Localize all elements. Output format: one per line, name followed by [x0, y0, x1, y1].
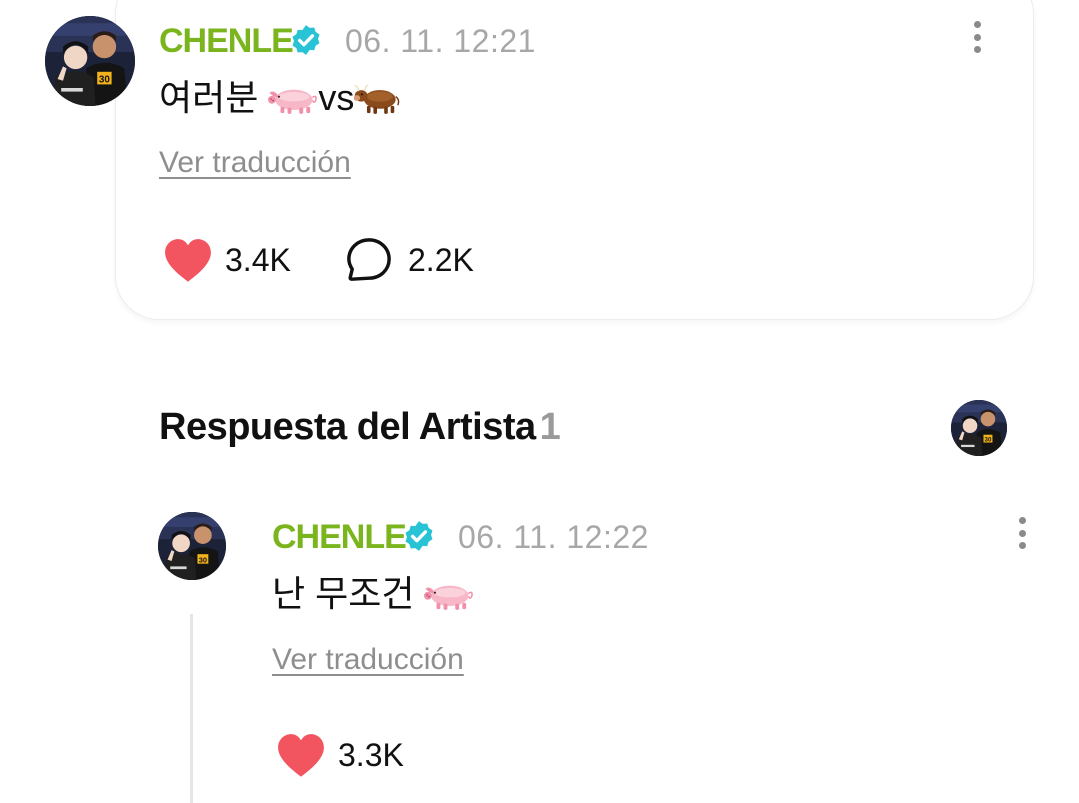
post-comment-bubble-icon[interactable]: [346, 237, 392, 283]
verified-badge-icon: [289, 23, 323, 57]
artist-post-screen: CHENLE 06. 11. 12:21 여러분 vs Ver traducci…: [0, 0, 1079, 803]
reply-author-name[interactable]: CHENLE: [272, 520, 407, 554]
post-like-count: 3.4K: [225, 242, 291, 278]
post-timestamp: 06. 11. 12:21: [345, 23, 536, 59]
reply-like-count: 3.3K: [338, 737, 404, 773]
post-text-vs: vs: [318, 77, 355, 118]
post-translate-link[interactable]: Ver traducción: [159, 148, 351, 178]
artist-replies-heading: Respuesta del Artista 1: [159, 406, 561, 448]
post-author-name[interactable]: CHENLE: [159, 24, 294, 58]
post-like-heart-icon[interactable]: [163, 238, 213, 284]
reply-translate-link[interactable]: Ver traducción: [272, 645, 464, 675]
reply-timestamp: 06. 11. 12:22: [458, 519, 649, 555]
pig-emoji-icon: [424, 578, 474, 612]
reply-text: 난 무조건: [272, 576, 474, 612]
reply-thread-line: [190, 614, 193, 803]
artist-replies-count: 1: [539, 406, 561, 448]
post-more-options-icon[interactable]: [971, 21, 983, 61]
post-text-prefix: 여러분: [159, 77, 269, 118]
reply-text-content: 난 무조건: [272, 573, 425, 614]
pig-emoji-icon: [268, 82, 318, 116]
reply-like-heart-icon[interactable]: [276, 733, 326, 779]
artist-replies-avatar[interactable]: [951, 400, 1007, 456]
post-text: 여러분 vs: [159, 80, 400, 116]
post-comment-count: 2.2K: [408, 242, 474, 278]
reply-more-options-icon[interactable]: [1016, 517, 1028, 557]
artist-replies-title: Respuesta del Artista: [159, 406, 536, 448]
ox-emoji-icon: [354, 80, 400, 116]
post-author-avatar[interactable]: [45, 16, 135, 106]
reply-author-avatar[interactable]: [158, 512, 226, 580]
reply-verified-badge-icon: [402, 519, 436, 553]
